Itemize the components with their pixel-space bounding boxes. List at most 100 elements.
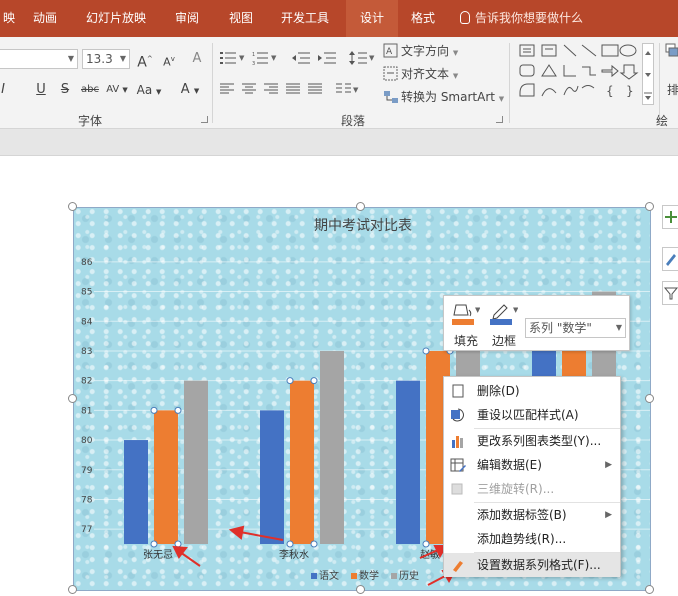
chart-filters-button[interactable] (662, 281, 678, 305)
font-size-value: 13.3 (86, 52, 113, 66)
font-dialog-launcher-icon[interactable] (201, 116, 208, 123)
resize-handle[interactable] (68, 394, 77, 403)
font-name-combo[interactable]: ▼ (0, 49, 78, 69)
tab-slideshow[interactable]: 幻灯片放映 (76, 0, 156, 37)
menu-item-label: 删除(D) (477, 384, 520, 398)
series-select[interactable]: 系列 "数学" ▼ (525, 318, 626, 338)
clear-format-button[interactable]: A (188, 50, 206, 68)
tab-view[interactable]: 视图 (218, 0, 264, 37)
resize-handle[interactable] (356, 202, 365, 211)
align-center-icon[interactable] (242, 83, 256, 95)
paragraph-group-label: 段落 (341, 114, 366, 128)
gallery-scroll[interactable] (642, 43, 654, 105)
series-selection-handle (150, 406, 158, 414)
menu-item-change-type[interactable]: 更改系列图表类型(Y)... (444, 429, 620, 453)
series-selection-handle (286, 540, 294, 548)
menu-item-add-trendline[interactable]: 添加趋势线(R)... (444, 527, 620, 551)
tell-me-text: 告诉我你想要做什么 (475, 11, 584, 25)
smartart-icon[interactable] (383, 89, 399, 105)
shrink-font-button[interactable]: Av (160, 50, 178, 72)
resize-handle[interactable] (356, 585, 365, 594)
increase-indent-icon[interactable] (318, 51, 336, 65)
resize-handle[interactable] (645, 394, 654, 403)
shrink-font-glyph: A (163, 55, 171, 69)
border-button[interactable]: ▼ (488, 301, 518, 329)
paragraph-dialog-launcher-icon[interactable] (496, 116, 503, 123)
line-spacing-icon[interactable]: ▼ (349, 50, 375, 66)
font-group-label: 字体 (78, 114, 103, 128)
tab-format[interactable]: 格式 (400, 0, 446, 37)
underline-button[interactable]: U (34, 81, 48, 99)
series-selection-handle (310, 377, 318, 385)
resize-handle[interactable] (68, 585, 77, 594)
bar-历史 (320, 350, 344, 544)
series-selection-handle (422, 540, 430, 548)
series-selection-handle (174, 540, 182, 548)
text-direction-label[interactable]: 文字方向 ▼ (401, 42, 471, 62)
resize-handle[interactable] (645, 202, 654, 211)
bar-语文 (124, 440, 148, 544)
tab-design[interactable]: 设计 (346, 0, 398, 37)
arrange-label[interactable]: 排 (665, 81, 678, 99)
tab-review[interactable]: 审阅 (164, 0, 210, 37)
menu-item-reset-style[interactable]: 重设以匹配样式(A) (444, 403, 620, 427)
menu-item-edit-data[interactable]: 编辑数据(E) ▶ (444, 453, 620, 477)
shapes-gallery[interactable]: { } (518, 43, 640, 105)
chart-title: 期中考试对比表 (314, 218, 412, 234)
series-select-value: 系列 "数学" (529, 321, 592, 335)
text-direction-icon[interactable]: A (383, 43, 399, 59)
columns-icon[interactable]: ▼ (336, 83, 360, 95)
bar-数学 (290, 380, 314, 544)
tab-animations[interactable]: 动画 (22, 0, 68, 37)
numbering-icon[interactable]: 1 3 ▼ (252, 51, 278, 65)
legend-swatch (311, 573, 317, 579)
align-text-text: 对齐文本 (401, 67, 450, 81)
svg-text:▼: ▼ (369, 54, 375, 62)
align-text-label[interactable]: 对齐文本 ▼ (401, 65, 471, 85)
strikethrough-button[interactable]: S (58, 81, 72, 99)
align-left-icon[interactable] (220, 83, 234, 95)
decrease-indent-icon[interactable] (292, 51, 310, 65)
brush-icon (666, 254, 676, 266)
ribbon-tab-bar: 映动画 幻灯片放映 审阅 视图 开发工具 设计 格式 告诉我你想要做什么 (0, 0, 678, 37)
bar-语文 (260, 410, 284, 544)
text-shadow-button[interactable]: abc (78, 81, 102, 99)
menu-item-delete[interactable]: 删除(D) (444, 379, 620, 403)
char-spacing-button[interactable]: AV ▼ (104, 81, 130, 99)
align-right-icon[interactable] (264, 83, 278, 95)
legend-swatch (351, 573, 357, 579)
menu-item-label: 编辑数据(E) (477, 458, 542, 472)
menu-item-label: 三维旋转(R)... (477, 482, 555, 496)
fill-button[interactable]: ▼ (450, 301, 480, 329)
convert-smartart-label[interactable]: 转换为 SmartArt ▼ (401, 88, 505, 108)
resize-handle[interactable] (645, 585, 654, 594)
font-size-combo[interactable]: 13.3 ▼ (82, 49, 130, 69)
tell-me-box[interactable]: 告诉我你想要做什么 (460, 0, 610, 37)
resize-handle[interactable] (68, 202, 77, 211)
chart-styles-button[interactable] (662, 247, 678, 271)
italic-button[interactable]: I (0, 81, 10, 99)
legend-label: 语文 (319, 569, 339, 582)
bullets-icon[interactable]: ▼ (220, 51, 246, 65)
menu-item-label: 设置数据系列格式(F)... (477, 558, 601, 572)
y-tick-label: 83 (81, 347, 92, 357)
series-selection-handle (150, 540, 158, 548)
svg-text:}: } (626, 84, 634, 98)
tab-developer[interactable]: 开发工具 (272, 0, 338, 37)
delete-icon (450, 383, 466, 399)
tab-slideshow-left[interactable]: 映 (0, 0, 18, 37)
justify-icon[interactable] (286, 83, 300, 95)
grow-font-button[interactable]: A^ (136, 50, 154, 72)
align-text-icon[interactable] (383, 66, 399, 82)
chevron-down-icon: ▼ (615, 323, 622, 332)
chart-elements-button[interactable] (662, 205, 678, 229)
font-color-button[interactable]: A ▼ (176, 81, 204, 100)
svg-text:▼: ▼ (475, 306, 480, 314)
change-case-button[interactable]: Aa ▼ (134, 81, 164, 101)
menu-item-add-labels[interactable]: 添加数据标签(B) ▶ (444, 503, 620, 527)
menu-item-format-series[interactable]: 设置数据系列格式(F)... (444, 553, 620, 577)
distribute-icon[interactable] (308, 83, 322, 95)
svg-text:▼: ▼ (271, 54, 277, 62)
arrange-icon[interactable] (665, 43, 678, 59)
legend-label: 历史 (399, 570, 419, 582)
